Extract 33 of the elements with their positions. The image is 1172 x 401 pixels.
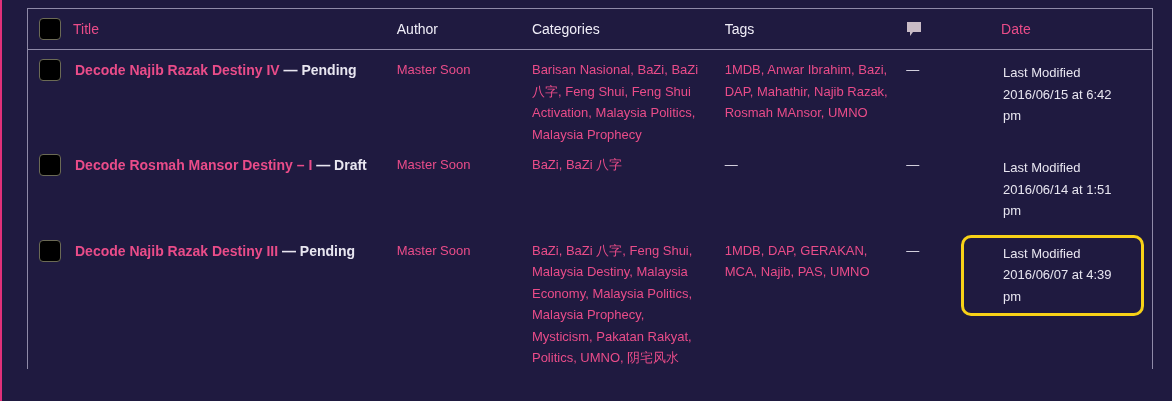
tag-links[interactable]: 1MDB, DAP, GERAKAN, MCA, Najib, PAS, UMNO (724, 239, 891, 283)
comment-count: — (906, 157, 920, 172)
date-value: 2016/06/14 at 1:51 pm (1003, 180, 1113, 220)
post-title-link[interactable]: Decode Najib Razak Destiny IV (75, 62, 280, 78)
comment-count: — (906, 62, 920, 77)
post-status: — Pending (282, 62, 357, 78)
checkbox[interactable] (39, 239, 61, 262)
date-label: Last Modified (1003, 244, 1082, 263)
date-value: 2016/06/15 at 6:42 pm (1003, 85, 1113, 125)
author-link[interactable]: Master Soon (396, 157, 471, 172)
column-sort-link[interactable]: Title (73, 18, 99, 40)
author-link[interactable]: Master Soon (396, 242, 471, 258)
post-status: — Draft (315, 157, 367, 173)
column-heading: Author (396, 20, 439, 37)
post-title-link[interactable]: Decode Najib Razak Destiny III (75, 242, 279, 259)
checkbox[interactable] (39, 59, 61, 81)
category-links[interactable]: Barisan Nasional, BaZi, BaZi 八字, Feng Shui, Feng Shui Activation, Malaysia Politics, Malaysia Prophecy (531, 59, 704, 145)
checkbox[interactable] (39, 18, 61, 40)
post-status: — Pending (280, 242, 356, 259)
column-sort-link[interactable]: Date (1001, 20, 1031, 37)
author-link[interactable]: Master Soon (396, 62, 471, 77)
empty-dash: — (724, 156, 738, 174)
date-label: Last Modified (1003, 64, 1082, 82)
category-links[interactable]: BaZi, BaZi 八字 (531, 154, 704, 176)
column-heading: Tags (724, 20, 755, 37)
category-links[interactable]: BaZi, BaZi 八字, Feng Shui, Malaysia Destiny, Malaysia Economy, Malaysia Politics, Malaysia Prophecy, Mysticism, Pakatan Rakyat, Politics, UMNO, 阴宅风水 (531, 239, 704, 369)
tag-links[interactable]: 1MDB, Anwar Ibrahim, Bazi, DAP, Mahathir, Najib Razak, Rosmah MAnsor, UMNO (724, 59, 891, 124)
checkbox[interactable] (39, 154, 61, 176)
date-label: Last Modified (1003, 159, 1082, 177)
comment-count: — (906, 242, 920, 258)
date-value: 2016/06/07 at 4:39 pm (1003, 266, 1113, 306)
column-heading: Categories (531, 20, 600, 37)
post-title-link[interactable]: Decode Rosmah Mansor Destiny – I (75, 157, 313, 173)
